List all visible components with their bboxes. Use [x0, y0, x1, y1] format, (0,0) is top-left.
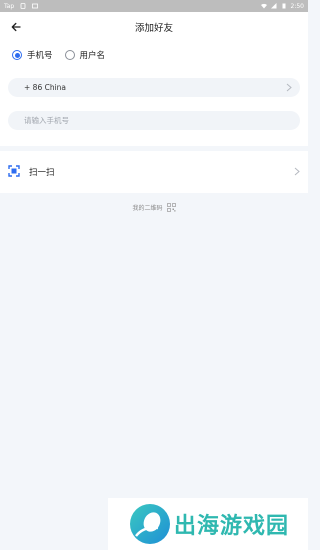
- app-header: 添加好友: [0, 12, 308, 42]
- arrow-left-icon: [11, 22, 21, 32]
- chevron-right-icon: [286, 83, 292, 92]
- sim-icon: [20, 3, 26, 9]
- notification-icon: [32, 3, 39, 9]
- my-qr-code-link[interactable]: 我的二维码: [0, 200, 308, 214]
- back-button[interactable]: [8, 19, 24, 35]
- add-friend-form: 手机号 用户名 + 86 China: [0, 42, 308, 146]
- radio-phone-label: 手机号: [27, 51, 53, 61]
- phone-input[interactable]: [24, 116, 300, 125]
- watermark-text: 出海游戏园: [174, 514, 290, 539]
- phone-field[interactable]: [8, 111, 300, 130]
- scan-icon: [8, 165, 20, 177]
- chevron-right-icon: [294, 167, 300, 176]
- wifi-icon: [260, 3, 267, 9]
- my-qr-label: 我的二维码: [132, 204, 163, 212]
- radio-username-option[interactable]: 用户名: [64, 49, 106, 61]
- page-title: 添加好友: [134, 23, 173, 34]
- radio-phone-option[interactable]: 手机号: [12, 49, 53, 61]
- scan-row[interactable]: 扫一扫: [0, 151, 308, 193]
- status-left-text: Tap: [4, 2, 15, 10]
- search-mode-group: 手机号 用户名: [12, 49, 105, 61]
- watermark-banner: 出海游戏园: [108, 498, 308, 550]
- scan-label: 扫一扫: [29, 168, 55, 178]
- signal-icon: [270, 3, 277, 9]
- qr-code-icon: [166, 202, 176, 212]
- battery-icon: [282, 3, 286, 9]
- status-time: 2:50: [290, 2, 304, 10]
- radio-checked-icon: [12, 50, 22, 60]
- radio-username-label: 用户名: [79, 51, 106, 61]
- radio-unchecked-icon: [64, 50, 75, 60]
- country-code-value: + 86 China: [24, 83, 67, 92]
- status-bar: Tap 2:50: [0, 0, 308, 12]
- watermark-logo-icon: [130, 504, 170, 544]
- country-code-select[interactable]: + 86 China: [8, 78, 300, 97]
